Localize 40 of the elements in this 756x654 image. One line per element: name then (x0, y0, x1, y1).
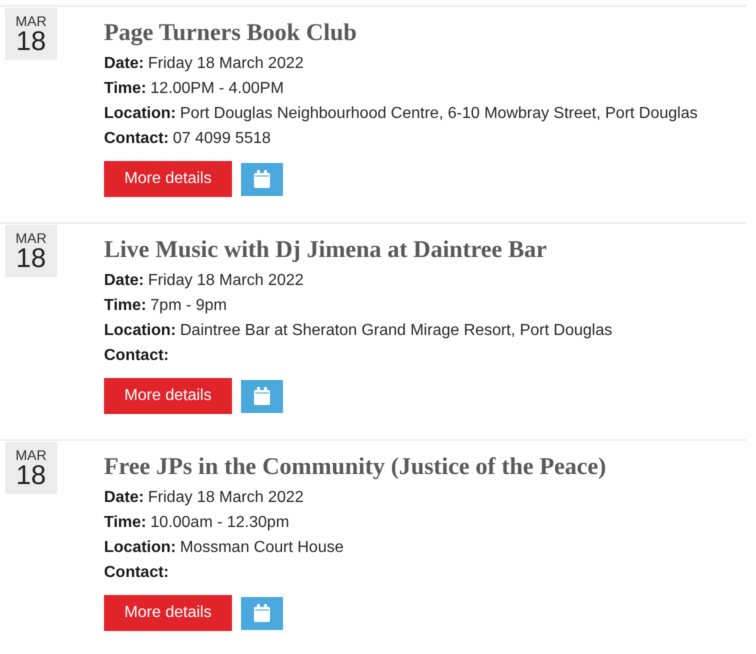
field-label: Location: (104, 104, 176, 124)
field-label: Date: (104, 54, 144, 74)
date-month: MAR (15, 14, 47, 28)
field-value: Mossman Court House (180, 538, 344, 558)
add-to-calendar-button[interactable] (241, 380, 283, 412)
field-label: Date: (104, 271, 144, 291)
add-to-calendar-button[interactable] (241, 162, 283, 196)
event-title: Page Turners Book Club (104, 19, 357, 48)
event-title: Live Music with Dj Jimena at Daintree Bar (104, 236, 547, 265)
field-label: Time: (104, 296, 146, 316)
field-label: Time: (104, 79, 146, 99)
field-value: 12.00PM - 4.00PM (150, 79, 284, 99)
date-month: MAR (15, 448, 47, 462)
field-label: Contact: (104, 129, 169, 149)
field-value: 7pm - 9pm (150, 296, 227, 316)
date-day: 18 (16, 28, 46, 54)
more-details-button[interactable]: More details (104, 161, 232, 197)
calendar-icon (254, 387, 270, 405)
field-label: Date: (104, 488, 144, 508)
field-label: Contact: (104, 346, 169, 366)
field-value: Friday 18 March 2022 (148, 488, 304, 508)
event-title: Free JPs in the Community (Justice of the Peace) (104, 453, 606, 482)
add-to-calendar-button[interactable] (241, 596, 283, 630)
field-value: Daintree Bar at Sheraton Grand Mirage Resort, Port Douglas (180, 321, 612, 341)
field-label: Contact: (104, 563, 169, 583)
calendar-icon (254, 170, 270, 188)
field-value: Friday 18 March 2022 (148, 54, 304, 74)
date-day: 18 (16, 462, 46, 488)
field-value: Friday 18 March 2022 (148, 271, 304, 291)
field-value: 07 4099 5518 (172, 129, 271, 149)
field-label: Location: (104, 321, 176, 341)
field-value: 10.00am - 12.30pm (150, 513, 290, 533)
calendar-icon (254, 604, 270, 622)
date-month: MAR (15, 231, 47, 245)
field-label: Time: (104, 513, 146, 533)
more-details-button[interactable]: More details (104, 378, 232, 414)
more-details-button[interactable]: More details (104, 595, 232, 631)
date-day: 18 (16, 245, 46, 271)
field-value: Port Douglas Neighbourhood Centre, 6-10 Mowbray Street, Port Douglas (180, 104, 698, 124)
field-label: Location: (104, 538, 176, 558)
